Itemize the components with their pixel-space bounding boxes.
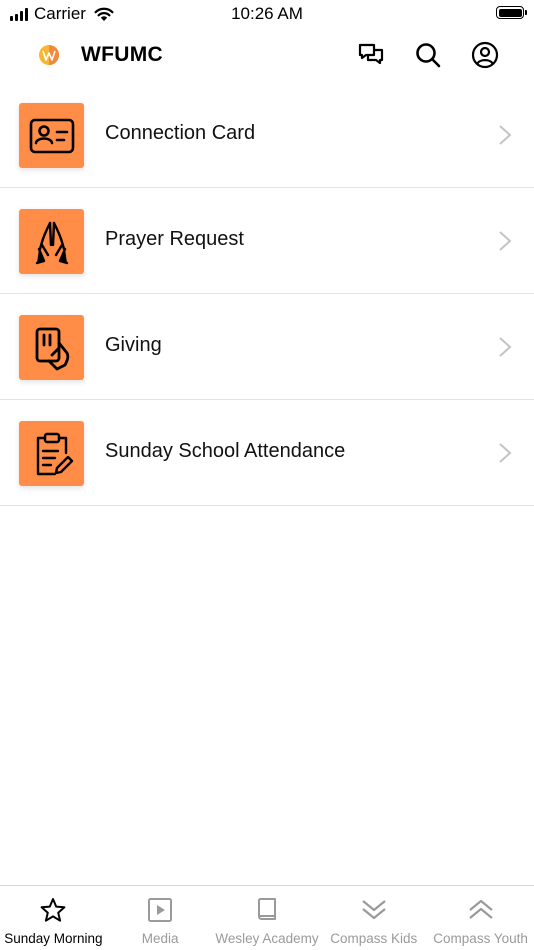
tab-compass-youth[interactable]: Compass Youth	[427, 886, 534, 950]
tab-label: Compass Youth	[433, 931, 528, 946]
tab-compass-kids[interactable]: Compass Kids	[320, 886, 427, 950]
status-time: 10:26 AM	[231, 4, 303, 23]
app-title: WFUMC	[81, 43, 163, 66]
church-logo-icon	[39, 45, 59, 65]
item-label: Sunday School Attendance	[105, 440, 346, 462]
tab-media[interactable]: Media	[107, 886, 214, 950]
item-label: Connection Card	[105, 122, 256, 144]
chevron-right-icon	[499, 337, 512, 357]
double-chevron-down-icon	[362, 900, 386, 920]
tab-label: Media	[141, 931, 179, 946]
tab-label: Wesley Academy	[215, 931, 319, 946]
book-icon	[257, 898, 276, 920]
list-item-sunday-school-attendance[interactable]: Sunday School Attendance	[0, 400, 534, 506]
list-item-giving[interactable]: Giving	[0, 294, 534, 400]
clipboard-edit-icon	[19, 421, 84, 486]
tab-label: Compass Kids	[330, 931, 418, 946]
chevron-right-icon	[499, 443, 512, 463]
id-card-icon	[19, 103, 84, 168]
star-icon	[40, 898, 66, 922]
tab-wesley-academy[interactable]: Wesley Academy	[214, 886, 321, 950]
giving-card-icon	[19, 315, 84, 380]
list-item-prayer-request[interactable]: Prayer Request	[0, 188, 534, 294]
tab-sunday-morning[interactable]: Sunday Morning	[0, 886, 107, 950]
account-icon[interactable]	[470, 40, 500, 70]
chevron-right-icon	[499, 231, 512, 251]
list-item-connection-card[interactable]: Connection Card	[0, 82, 534, 188]
tab-bar: Sunday Morning Media Wesley Academy Comp…	[0, 885, 534, 950]
app-header: WFUMC	[0, 28, 534, 82]
play-icon	[148, 898, 173, 922]
battery-icon	[496, 6, 527, 19]
praying-hands-icon	[19, 209, 84, 274]
tab-label: Sunday Morning	[4, 931, 103, 946]
double-chevron-up-icon	[468, 899, 493, 919]
menu-list: Connection Card Prayer Request Giving Su…	[0, 82, 534, 506]
status-bar: Carrier 10:26 AM	[0, 0, 534, 28]
search-icon[interactable]	[413, 40, 443, 70]
chat-bubbles-icon[interactable]	[356, 40, 386, 70]
chevron-right-icon	[499, 125, 512, 145]
item-label: Prayer Request	[105, 228, 244, 250]
item-label: Giving	[105, 334, 162, 356]
